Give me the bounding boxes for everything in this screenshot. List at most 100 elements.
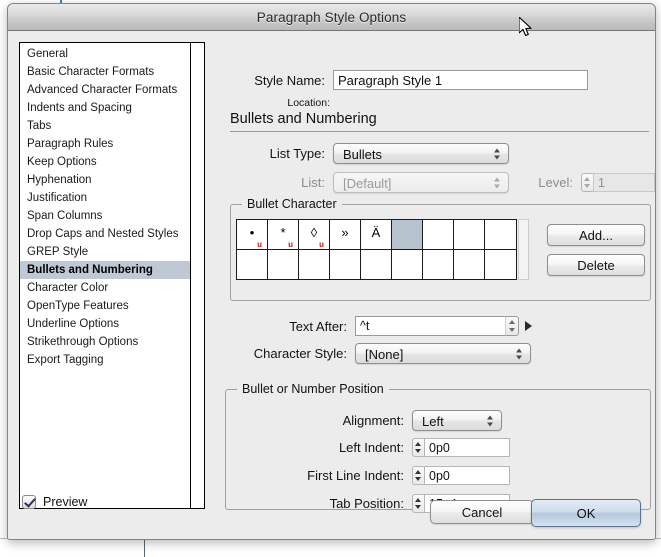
bullet-cell[interactable]: ◊ u bbox=[299, 220, 330, 250]
sidebar-item-basic-character-formats[interactable]: Basic Character Formats bbox=[20, 63, 190, 81]
settings-content: Style Name: Location: Bullets and Number… bbox=[211, 31, 655, 539]
sidebar-item-tabs[interactable]: Tabs bbox=[20, 117, 190, 135]
alignment-label: Alignment: bbox=[342, 413, 404, 428]
cancel-button[interactable]: Cancel bbox=[430, 500, 534, 524]
style-name-row: Style Name: bbox=[211, 70, 648, 90]
list-row: List: [Default] Level: bbox=[211, 172, 655, 193]
delete-button[interactable]: Delete bbox=[547, 254, 645, 276]
first-line-indent-label: First Line Indent: bbox=[307, 468, 404, 483]
first-line-indent-input[interactable] bbox=[424, 466, 510, 485]
alignment-dropdown[interactable]: Left bbox=[412, 410, 502, 431]
alignment-value: Left bbox=[422, 414, 444, 429]
sidebar-item-justification[interactable]: Justification bbox=[20, 189, 190, 207]
preview-checkbox[interactable] bbox=[22, 495, 36, 509]
left-indent-control bbox=[412, 438, 510, 457]
bullet-cell[interactable] bbox=[485, 220, 516, 250]
bullet-cell[interactable] bbox=[423, 220, 454, 250]
category-list[interactable]: General Basic Character Formats Advanced C… bbox=[20, 43, 191, 508]
dialog-footer: Preview Cancel OK bbox=[8, 487, 655, 539]
bullet-glyph: Ä bbox=[371, 224, 381, 240]
sidebar-item-keep-options[interactable]: Keep Options bbox=[20, 153, 190, 171]
ok-button[interactable]: OK bbox=[531, 499, 641, 527]
bullet-cell-selected[interactable] bbox=[392, 220, 423, 250]
character-style-row: Character Style: [None] bbox=[211, 343, 531, 364]
location-row: Location: bbox=[211, 97, 511, 109]
sidebar-item-export-tagging[interactable]: Export Tagging bbox=[20, 351, 190, 369]
left-indent-label: Left Indent: bbox=[338, 440, 404, 455]
sidebar-item-hyphenation[interactable]: Hyphenation bbox=[20, 171, 190, 189]
chevron-updown-icon bbox=[516, 347, 523, 360]
bullet-cell[interactable] bbox=[237, 249, 268, 279]
bullet-cell[interactable] bbox=[454, 249, 485, 279]
list-type-value: Bullets bbox=[343, 147, 383, 162]
bullet-cell[interactable] bbox=[454, 220, 485, 250]
text-after-label: Text After: bbox=[289, 318, 347, 334]
sidebar-item-indents-and-spacing[interactable]: Indents and Spacing bbox=[20, 99, 190, 117]
chevron-updown-icon bbox=[487, 414, 494, 427]
level-stepper[interactable] bbox=[581, 173, 593, 192]
bullet-cell[interactable] bbox=[361, 249, 392, 279]
level-label: Level: bbox=[538, 175, 573, 190]
bullet-cell[interactable]: Ä bbox=[361, 220, 392, 250]
location-label: Location: bbox=[287, 97, 330, 109]
sidebar-item-grep-style[interactable]: GREP Style bbox=[20, 243, 190, 261]
style-name-input[interactable] bbox=[333, 70, 588, 90]
sidebar-item-advanced-character-formats[interactable]: Advanced Character Formats bbox=[20, 81, 190, 99]
chevron-updown-icon bbox=[494, 147, 501, 160]
list-value: [Default] bbox=[343, 176, 392, 191]
sidebar-item-strikethrough-options[interactable]: Strikethrough Options bbox=[20, 333, 190, 351]
list-label: List: bbox=[301, 175, 325, 190]
dialog-button-row: Cancel OK bbox=[411, 495, 641, 527]
text-after-row: Text After: bbox=[211, 316, 532, 336]
text-after-input[interactable] bbox=[355, 316, 505, 336]
bullet-cell[interactable] bbox=[392, 249, 423, 279]
sidebar-item-opentype-features[interactable]: OpenType Features bbox=[20, 297, 190, 315]
character-style-value: [None] bbox=[365, 347, 404, 362]
bullet-cell[interactable] bbox=[299, 249, 330, 279]
preview-toggle[interactable]: Preview bbox=[22, 495, 87, 509]
sidebar-item-drop-caps-and-nested-styles[interactable]: Drop Caps and Nested Styles bbox=[20, 225, 190, 243]
sidebar-item-paragraph-rules[interactable]: Paragraph Rules bbox=[20, 135, 190, 153]
character-style-dropdown[interactable]: [None] bbox=[355, 343, 531, 364]
character-style-label: Character Style: bbox=[253, 346, 347, 361]
page-heading: Bullets and Numbering bbox=[230, 111, 377, 127]
bullet-cell[interactable]: » bbox=[330, 220, 361, 250]
bullet-cell[interactable] bbox=[268, 249, 299, 279]
unicode-flag-icon: u bbox=[319, 239, 324, 249]
list-dropdown[interactable]: [Default] bbox=[333, 172, 509, 193]
category-scrollbar[interactable] bbox=[191, 43, 204, 508]
list-type-dropdown[interactable]: Bullets bbox=[333, 143, 509, 164]
bullet-glyph: * bbox=[280, 224, 286, 240]
bullet-character-grid[interactable]: • u * u ◊ u» Ä bbox=[236, 219, 517, 280]
sidebar-item-span-columns[interactable]: Span Columns bbox=[20, 207, 190, 225]
dialog-titlebar[interactable]: Paragraph Style Options bbox=[8, 4, 655, 31]
chevron-updown-icon bbox=[494, 176, 501, 189]
level-input[interactable] bbox=[593, 173, 655, 192]
dialog-title: Paragraph Style Options bbox=[256, 9, 407, 25]
left-indent-input[interactable] bbox=[424, 438, 510, 457]
bullet-cell[interactable]: • u bbox=[237, 220, 268, 250]
left-indent-stepper[interactable] bbox=[412, 438, 424, 457]
first-line-indent-control bbox=[412, 466, 510, 485]
sidebar-item-bullets-and-numbering[interactable]: Bullets and Numbering bbox=[20, 261, 190, 279]
text-after-stepper[interactable] bbox=[505, 316, 519, 336]
sidebar-item-underline-options[interactable]: Underline Options bbox=[20, 315, 190, 333]
text-after-control bbox=[355, 316, 532, 336]
add-button[interactable]: Add... bbox=[547, 224, 645, 246]
triangle-right-icon[interactable] bbox=[525, 321, 532, 331]
bullet-grid-scrollbar[interactable] bbox=[518, 219, 529, 280]
sidebar-item-general[interactable]: General bbox=[20, 45, 190, 63]
style-name-label: Style Name: bbox=[254, 72, 325, 88]
dialog-body: General Basic Character Formats Advanced C… bbox=[8, 31, 655, 539]
first-line-indent-stepper[interactable] bbox=[412, 466, 424, 485]
preview-label: Preview bbox=[43, 495, 88, 509]
bullet-cell[interactable] bbox=[423, 249, 454, 279]
list-type-row: List Type: Bullets bbox=[211, 143, 509, 164]
position-group-title: Bullet or Number Position bbox=[237, 382, 389, 396]
sidebar-item-character-color[interactable]: Character Color bbox=[20, 279, 190, 297]
bullet-cell[interactable] bbox=[330, 249, 361, 279]
first-line-indent-row: First Line Indent: bbox=[226, 466, 510, 485]
bullet-glyph: » bbox=[341, 224, 349, 240]
bullet-cell[interactable]: * u bbox=[268, 220, 299, 250]
bullet-cell[interactable] bbox=[485, 249, 516, 279]
